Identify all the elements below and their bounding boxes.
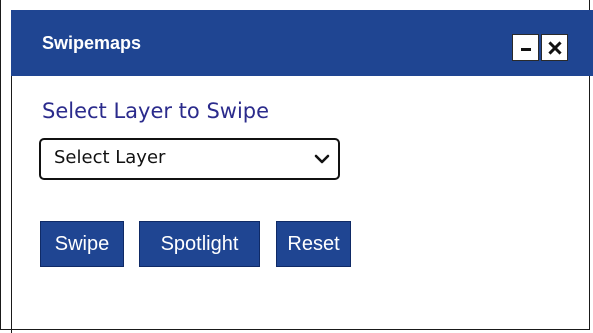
panel-titlebar[interactable]: Swipemaps	[11, 10, 593, 76]
layer-select-prompt: Select Layer to Swipe	[42, 99, 270, 123]
close-icon	[547, 40, 562, 55]
layer-select-value: Select Layer	[54, 147, 166, 168]
layer-select-dropdown[interactable]: Select Layer	[39, 138, 340, 180]
minimize-icon	[520, 47, 531, 51]
minimize-button[interactable]	[512, 34, 539, 61]
panel-title: Swipemaps	[42, 33, 142, 53]
swipe-button[interactable]: Swipe	[40, 221, 124, 267]
panel-left-border	[11, 76, 12, 333]
reset-button[interactable]: Reset	[276, 221, 351, 267]
chevron-down-icon	[314, 154, 330, 164]
swipemaps-panel: Swipemaps Select Layer to Swipe Select L…	[0, 0, 593, 333]
spotlight-button[interactable]: Spotlight	[139, 221, 260, 267]
close-button[interactable]	[541, 34, 568, 61]
